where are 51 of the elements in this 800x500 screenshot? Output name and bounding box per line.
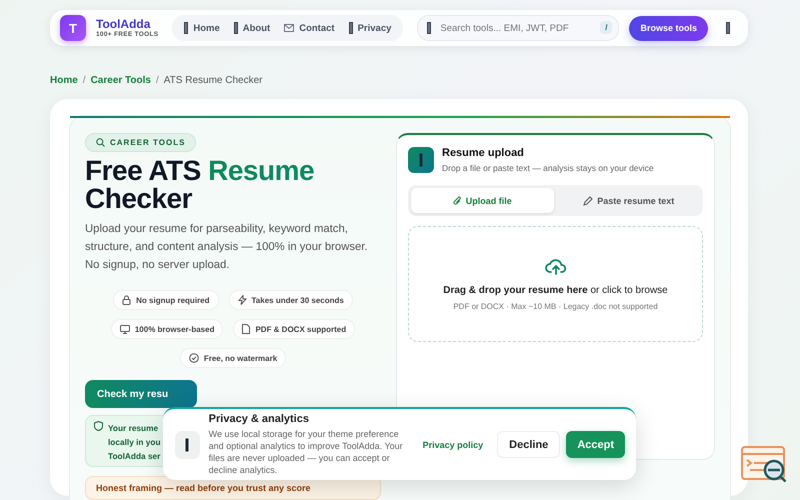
- file-icon: [242, 324, 250, 334]
- bolt-icon: [238, 295, 246, 305]
- page-title: Free ATS Resume Checker: [85, 157, 315, 213]
- feature-chip: PDF & DOCX supported: [233, 319, 356, 339]
- bar-icon: [726, 22, 730, 34]
- brand-name: ToolAdda: [96, 18, 152, 30]
- monitor-icon: [120, 324, 130, 334]
- drop-zone-hint: PDF or DOCX · Max ~10 MB · Legacy .doc not supported: [453, 302, 658, 310]
- page-description: Upload your resume for parseability, keyword match, structure, and content analysis — 100% in your browser. No signup, no server upload.: [85, 222, 369, 273]
- feature-chip: Free, no watermark: [180, 348, 286, 368]
- shield-icon: [94, 421, 103, 431]
- check-resume-button[interactable]: Check my resu: [85, 380, 197, 408]
- category-badge: CAREER TOOLS: [85, 133, 196, 152]
- breadcrumb-link[interactable]: Home: [50, 74, 78, 86]
- privacy-policy-link[interactable]: Privacy policy: [422, 440, 484, 450]
- logo-icon[interactable]: T: [60, 15, 86, 41]
- upload-title: Resume upload: [442, 147, 525, 159]
- nav-link[interactable]: Privacy: [342, 19, 398, 37]
- nav-link[interactable]: Contact: [278, 19, 341, 37]
- nav-link[interactable]: About: [228, 19, 276, 37]
- feature-chip: No signup required: [113, 290, 218, 310]
- upload-subtitle: Drop a file or paste text — analysis stays on your device: [442, 163, 654, 173]
- bar-icon: [348, 22, 353, 34]
- consent-title: Privacy & analytics: [208, 413, 310, 425]
- consent-text: We use local storage for your theme preference and optional analytics to improve ToolAdda. Your files are never uploaded — you can accept or decline analytics.: [208, 428, 404, 476]
- breadcrumb-link[interactable]: Career Tools: [90, 74, 151, 86]
- bar-icon: [234, 22, 238, 34]
- cookie-icon: [175, 430, 200, 458]
- feature-chip: Takes under 30 seconds: [228, 290, 353, 310]
- browse-tools-button[interactable]: Browse tools: [629, 16, 708, 40]
- paperclip-icon: [452, 196, 462, 206]
- pencil-icon: [583, 196, 594, 206]
- cloud-upload-icon: [544, 258, 566, 276]
- upload-tab[interactable]: Upload file: [411, 188, 554, 213]
- decline-button[interactable]: Decline: [497, 431, 560, 458]
- feature-chip: 100% browser-based: [110, 319, 224, 339]
- breadcrumb-separator: /: [82, 74, 86, 86]
- check-circle-icon: [188, 353, 199, 363]
- drop-zone-text: Drag & drop your resume here or click to browse: [443, 284, 668, 296]
- nav-link[interactable]: Home: [178, 19, 226, 37]
- breadcrumb-current: ATS Resume Checker: [164, 74, 262, 86]
- bar-icon: [184, 22, 188, 34]
- mail-icon: [284, 24, 294, 32]
- privacy-note-text: Your resume locally in you ToolAdda ser: [108, 422, 161, 461]
- upload-tab[interactable]: Paste resume text: [558, 188, 700, 213]
- shortcut-key: /: [600, 21, 612, 34]
- accept-button[interactable]: Accept: [566, 431, 625, 458]
- breadcrumb-separator: /: [156, 74, 159, 86]
- document-icon: [408, 147, 434, 173]
- drop-zone[interactable]: Drag & drop your resume here or click to browse PDF or DOCX · Max ~10 MB · Legacy .doc not supported: [408, 226, 703, 342]
- lock-icon: [122, 295, 132, 305]
